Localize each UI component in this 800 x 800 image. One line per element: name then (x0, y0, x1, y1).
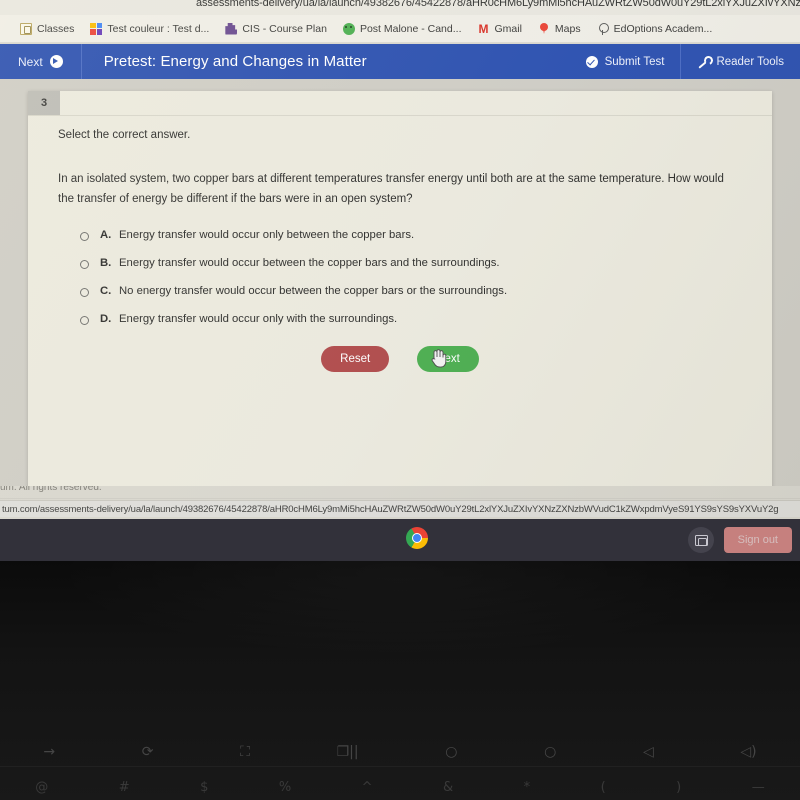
sign-out-button[interactable]: Sign out (723, 527, 792, 553)
grid-icon (90, 22, 103, 35)
copyright-text: um. All rights reserved. (0, 486, 102, 493)
classes-icon (20, 22, 32, 35)
header-actions: Submit Test Reader Tools (570, 44, 800, 79)
reset-button[interactable]: Reset (321, 346, 390, 372)
option-letter: D. (100, 313, 112, 325)
bookmark-label: Classes (37, 22, 75, 35)
bookmark-test-couleur[interactable]: Test couleur : Test d... (82, 17, 217, 41)
bookmark-label: CIS - Course Plan (242, 22, 327, 35)
key-brightness-down: ○ (445, 744, 458, 760)
option-text: Energy transfer would occur only with th… (119, 313, 398, 325)
window-overview-icon[interactable] (687, 527, 714, 553)
arrow-right-circle-icon (49, 55, 63, 68)
radio-button-d[interactable] (80, 316, 89, 325)
key-mute: ◁ (642, 744, 654, 760)
key-overview: ❐|| (336, 744, 359, 760)
bookmark-post-malone[interactable]: Post Malone - Cand... (335, 17, 470, 41)
page-title: Pretest: Energy and Changes in Matter (103, 53, 367, 70)
question-card: 3 Select the correct answer. In an isola… (28, 91, 772, 491)
question-number-badge: 3 (28, 91, 60, 115)
next-button[interactable]: Next (417, 346, 479, 372)
option-letter: A. (100, 229, 112, 241)
chromeos-shelf: Sign out (0, 519, 800, 561)
footer-copyright: um. All rights reserved. (0, 486, 800, 498)
keyboard-row-divider (0, 766, 800, 767)
puzzle-icon (225, 22, 238, 35)
key-asterisk: * (523, 779, 531, 795)
option-letter: C. (100, 285, 112, 297)
bookmark-maps[interactable]: Maps (530, 17, 589, 41)
key-paren-close: ) (676, 779, 682, 795)
bookmark-classes[interactable]: Classes (12, 17, 82, 41)
question-instruction: Select the correct answer. (58, 129, 191, 141)
chromebook-photo: assessments-delivery/ua/la/launch/493826… (0, 0, 800, 800)
submit-test-button[interactable]: Submit Test (570, 44, 681, 79)
key-volume-down: ◁) (740, 744, 757, 760)
key-dash: — (751, 779, 765, 795)
submit-test-label: Submit Test (604, 55, 665, 68)
key-fullscreen: ⛶ (240, 744, 250, 760)
reader-tools-button[interactable]: Reader Tools (680, 44, 800, 79)
status-url-text: tum.com/assessments-delivery/ua/la/launc… (2, 503, 779, 515)
radio-button-a[interactable] (80, 232, 89, 241)
bookmark-label: Post Malone - Cand... (359, 22, 462, 35)
map-pin-icon (538, 22, 550, 35)
bookmark-label: EdOptions Academ... (613, 22, 713, 35)
gmail-icon: M (478, 21, 489, 36)
chromebook-screen: assessments-delivery/ua/la/launch/493826… (0, 0, 800, 520)
key-paren-open: ( (600, 779, 606, 795)
bookmark-edoptions[interactable]: EdOptions Academ... (589, 17, 721, 41)
check-circle-icon (585, 55, 598, 68)
bookmark-label: Gmail (494, 22, 522, 35)
shelf-right-tray: Sign out (687, 519, 792, 561)
keyboard-number-row: @ # $ % ^ & * ( ) — (0, 775, 800, 799)
answer-option-b[interactable]: B. Energy transfer would occur between t… (80, 257, 740, 281)
answer-option-a[interactable]: A. Energy transfer would occur only betw… (80, 229, 740, 253)
next-button-label: Next (436, 353, 460, 365)
reader-tools-label: Reader Tools (716, 55, 784, 68)
circle-face-icon (342, 22, 355, 35)
keyboard-function-row: → ⟳ ⛶ ❐|| ○ ○ ◁ ◁) (0, 738, 800, 766)
bookmark-label: Maps (554, 22, 581, 35)
action-button-row: Reset Next (28, 346, 772, 372)
option-text: Energy transfer would occur only between… (119, 229, 415, 241)
wrench-icon (697, 56, 709, 68)
omnibox-url-text: assessments-delivery/ua/la/launch/493826… (196, 0, 800, 9)
location-outline-icon (597, 22, 609, 35)
key-ampersand: & (443, 779, 454, 795)
radio-button-b[interactable] (80, 260, 89, 269)
answer-option-c[interactable]: C. No energy transfer would occur betwee… (80, 285, 740, 309)
browser-status-bubble: tum.com/assessments-delivery/ua/la/launc… (0, 500, 800, 517)
bookmark-cis-course-plan[interactable]: CIS - Course Plan (217, 17, 335, 41)
answer-options-list: A. Energy transfer would occur only betw… (80, 229, 740, 341)
next-nav-button[interactable]: Next (0, 44, 82, 79)
option-letter: B. (100, 257, 112, 269)
key-forward: → (43, 744, 56, 760)
option-text: Energy transfer would occur between the … (119, 257, 500, 269)
radio-button-c[interactable] (80, 288, 89, 297)
question-stem: In an isolated system, two copper bars a… (58, 173, 724, 205)
bookmarks-bar: Classes Test couleur : Test d... CIS - C… (0, 15, 800, 43)
test-app-header: Next Pretest: Energy and Changes in Matt… (0, 44, 800, 79)
bookmark-gmail[interactable]: M Gmail (470, 17, 530, 41)
key-brightness-up: ○ (544, 744, 557, 760)
chrome-icon[interactable] (406, 527, 428, 549)
key-hash: # (118, 779, 130, 795)
card-divider (28, 115, 772, 116)
key-caret: ^ (361, 779, 373, 795)
key-dollar: $ (200, 779, 209, 795)
key-at: @ (35, 779, 49, 795)
next-nav-label: Next (18, 54, 43, 69)
answer-option-d[interactable]: D. Energy transfer would occur only with… (80, 313, 740, 337)
key-reload: ⟳ (141, 744, 154, 760)
bookmark-label: Test couleur : Test d... (107, 22, 210, 35)
key-percent: % (278, 779, 292, 795)
option-text: No energy transfer would occur between t… (119, 285, 508, 297)
browser-omnibox[interactable]: assessments-delivery/ua/la/launch/493826… (0, 0, 800, 15)
